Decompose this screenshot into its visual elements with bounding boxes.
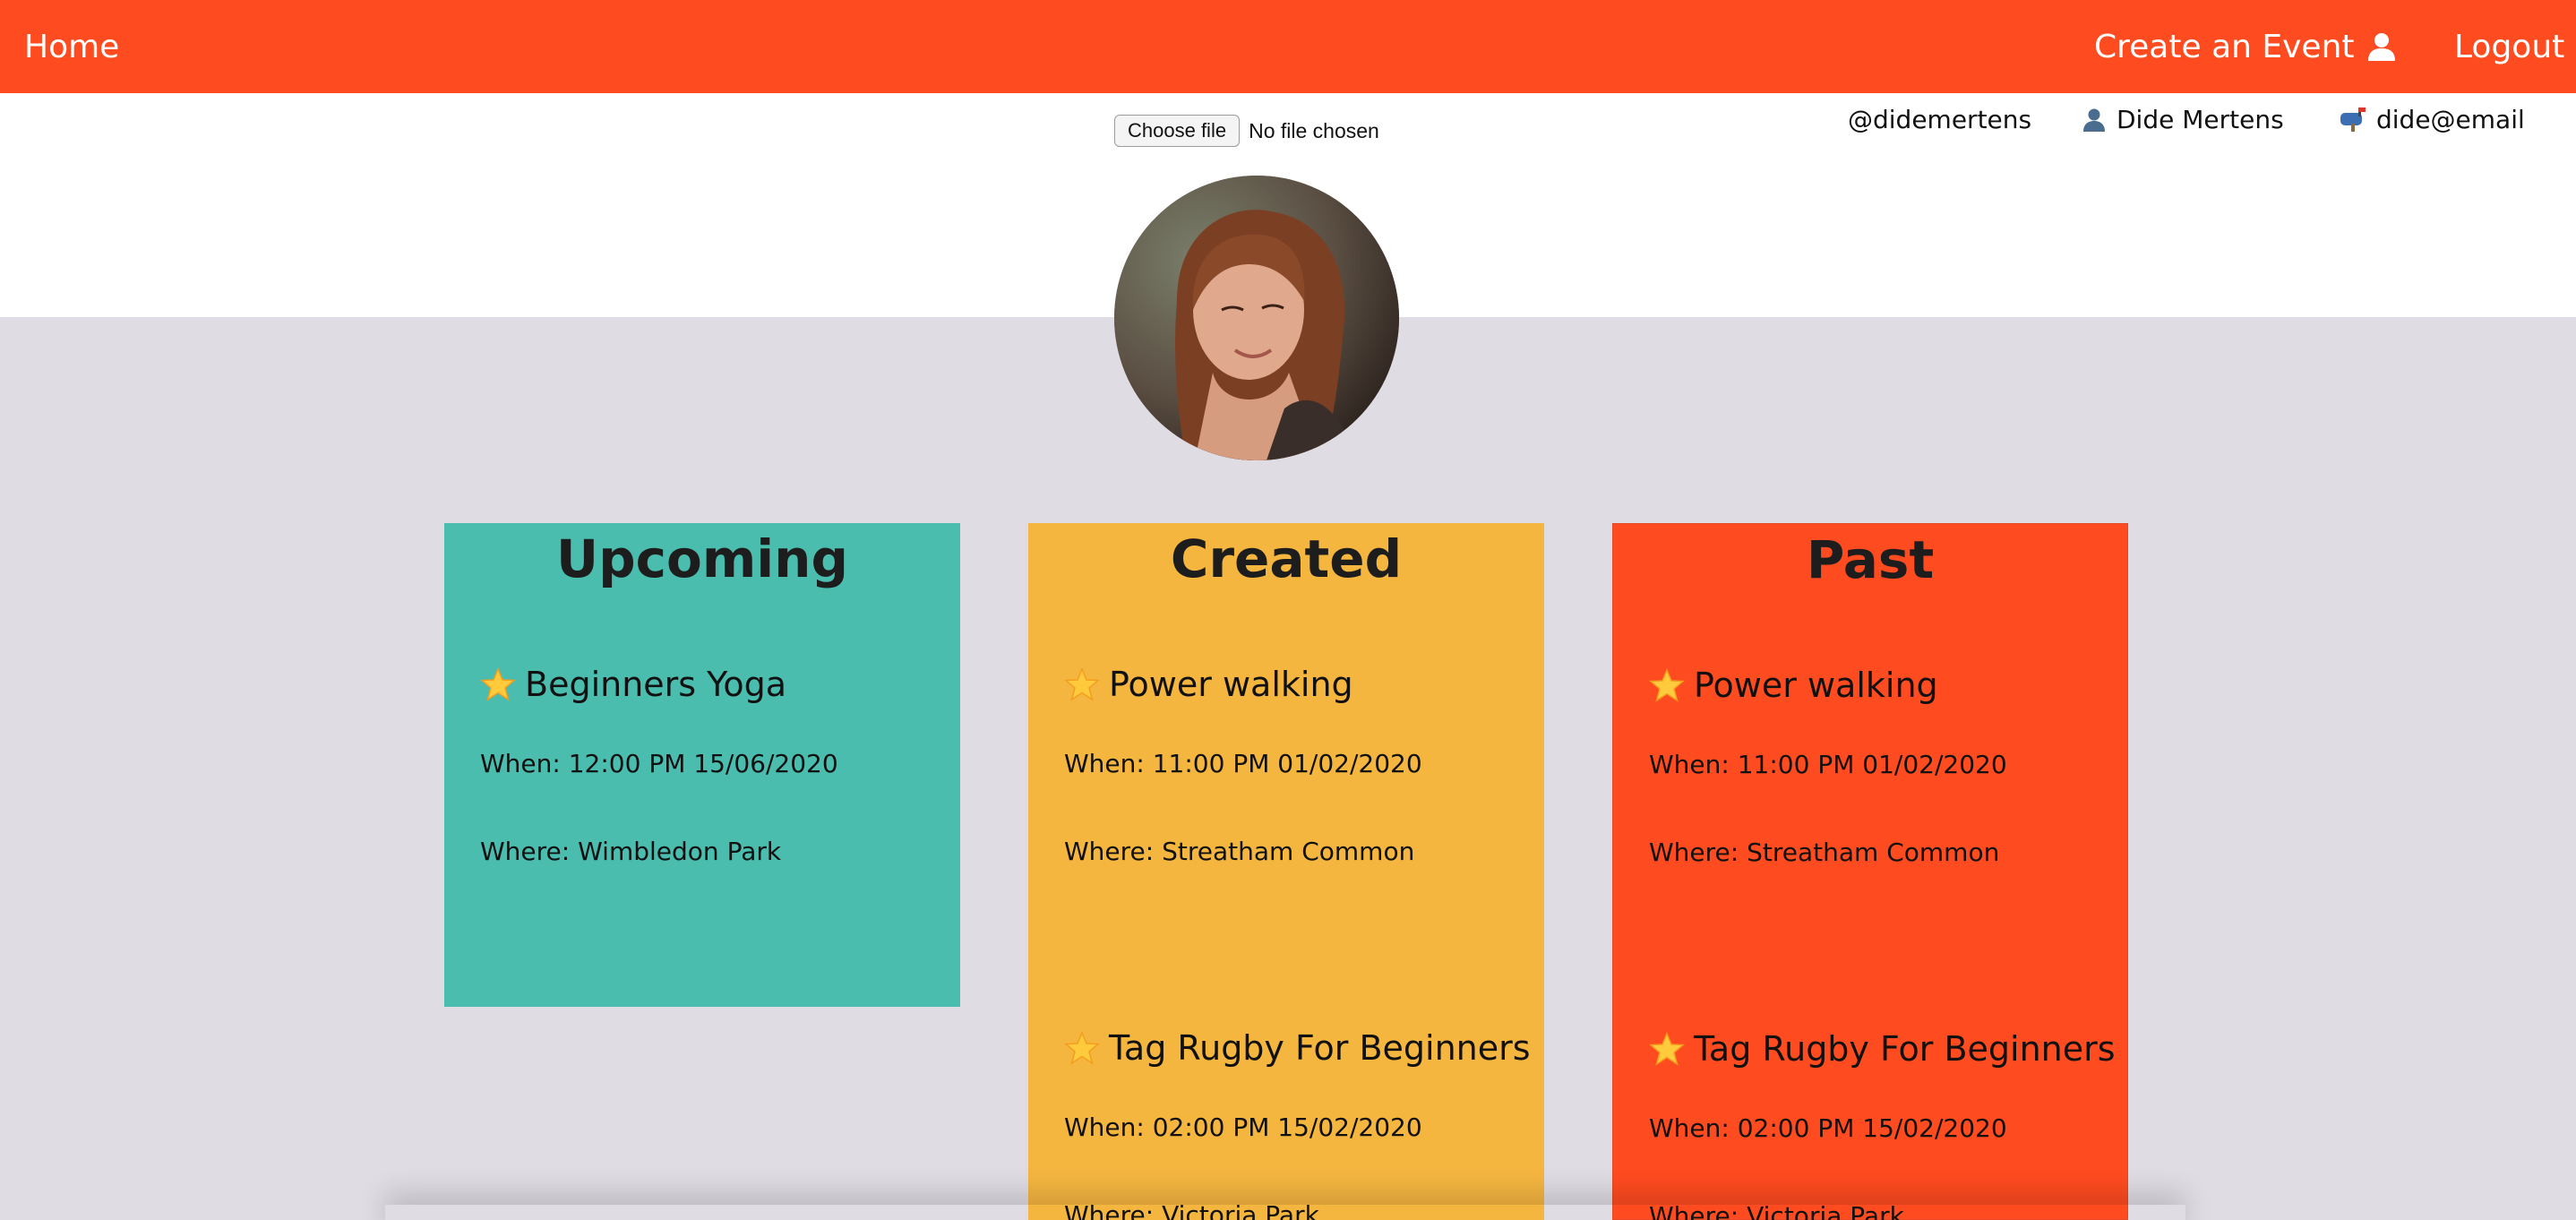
star-icon	[1649, 667, 1685, 703]
user-email-text: dide@email	[2376, 104, 2525, 134]
event-name-text: Tag Rugby For Beginners	[1109, 1028, 1531, 1068]
created-title: Created	[1170, 528, 1403, 589]
top-navbar: Home Create an Event Logout	[0, 0, 2576, 93]
avatar-file-picker: Choose file No file chosen	[1114, 115, 1379, 147]
event-where: Where: Victoria Park	[1064, 1200, 1319, 1220]
event-name: Tag Rugby For Beginners	[1064, 1026, 1531, 1070]
upcoming-events-card: Upcoming Beginners Yoga When: 12:00 PM 1…	[444, 523, 960, 1007]
upcoming-title: Upcoming	[556, 528, 848, 589]
event-item[interactable]: Tag Rugby For Beginners When: 02:00 PM 1…	[1649, 1027, 2116, 1220]
event-name-text: Tag Rugby For Beginners	[1694, 1029, 2116, 1069]
user-email: dide@email	[2339, 101, 2525, 137]
event-name-text: Beginners Yoga	[525, 665, 786, 704]
event-name: Tag Rugby For Beginners	[1649, 1027, 2116, 1071]
user-handle-text: @didemertens	[1848, 104, 2032, 134]
event-name-text: Power walking	[1694, 666, 1938, 705]
past-events-card: Past Power walking When: 11:00 PM 01/02/…	[1612, 523, 2128, 1220]
past-title: Past	[1806, 529, 1935, 590]
event-item[interactable]: Tag Rugby For Beginners When: 02:00 PM 1…	[1064, 1026, 1531, 1220]
nav-create-event-link[interactable]: Create an Event	[2094, 0, 2355, 93]
event-item[interactable]: Beginners Yoga When: 12:00 PM 15/06/2020…	[480, 662, 946, 866]
star-icon	[480, 666, 516, 702]
profile-avatar	[1114, 176, 1399, 460]
user-handle: @didemertens	[1848, 101, 2031, 137]
nav-home-link[interactable]: Home	[24, 0, 119, 93]
event-when: When: 11:00 PM 01/02/2020	[1649, 750, 2007, 779]
event-name-text: Power walking	[1109, 665, 1353, 704]
created-events-card: Created Power walking When: 11:00 PM 01/…	[1028, 523, 1544, 1220]
profile-icon[interactable]	[2362, 0, 2401, 93]
user-name: Dide Mertens	[2081, 101, 2284, 137]
event-item[interactable]: Power walking When: 11:00 PM 01/02/2020 …	[1064, 662, 1530, 866]
file-status-text: No file chosen	[1249, 118, 1379, 142]
event-name: Power walking	[1649, 663, 2115, 708]
event-where: Where: Streatham Common	[1649, 838, 2000, 867]
star-icon	[1064, 1030, 1100, 1066]
star-icon	[1064, 666, 1100, 702]
event-where: Where: Victoria Park	[1649, 1201, 1904, 1220]
event-where: Where: Streatham Common	[1064, 837, 1415, 866]
event-when: When: 02:00 PM 15/02/2020	[1064, 1113, 1422, 1142]
event-name: Power walking	[1064, 662, 1530, 707]
event-item[interactable]: Power walking When: 11:00 PM 01/02/2020 …	[1649, 663, 2115, 867]
event-when: When: 02:00 PM 15/02/2020	[1649, 1113, 2007, 1143]
user-name-text: Dide Mertens	[2117, 104, 2284, 134]
star-icon	[1649, 1031, 1685, 1067]
event-where: Where: Wimbledon Park	[480, 837, 782, 866]
choose-file-button[interactable]: Choose file	[1114, 115, 1241, 147]
mailbox-emoji-icon	[2339, 106, 2367, 133]
nav-logout-link[interactable]: Logout	[2454, 0, 2564, 93]
person-emoji-icon	[2081, 106, 2108, 133]
event-when: When: 12:00 PM 15/06/2020	[480, 749, 838, 778]
event-when: When: 11:00 PM 01/02/2020	[1064, 749, 1422, 778]
event-name: Beginners Yoga	[480, 662, 946, 707]
